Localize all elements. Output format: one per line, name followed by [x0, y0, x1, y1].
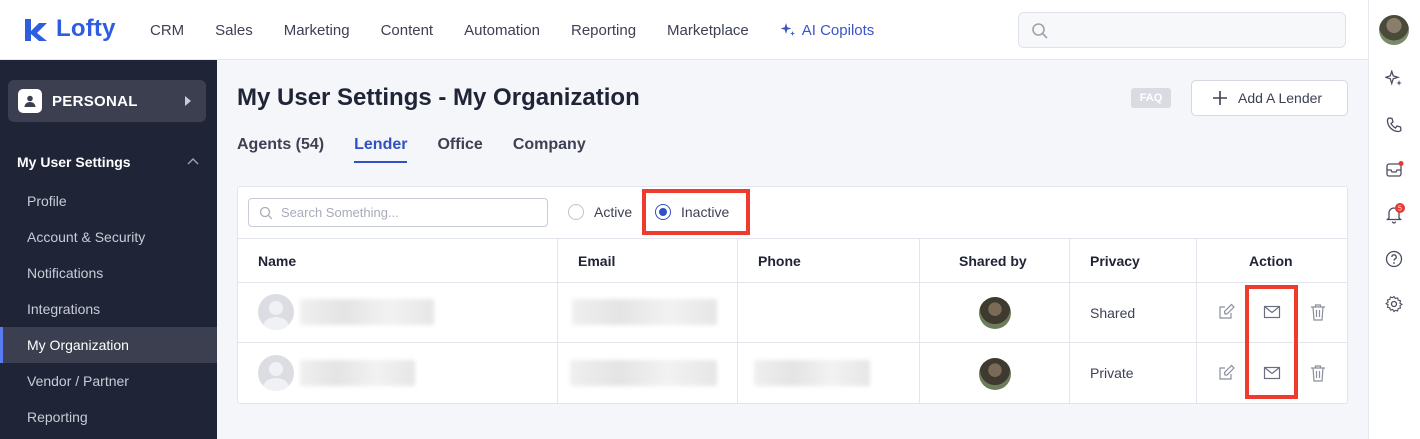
- sidebar-section-title[interactable]: My User Settings: [17, 154, 131, 170]
- radio-inactive-circle[interactable]: [655, 204, 671, 220]
- workspace-switcher[interactable]: PERSONAL: [8, 80, 206, 122]
- tab-office[interactable]: Office: [437, 136, 482, 163]
- privacy-value: Private: [1090, 365, 1134, 381]
- nav-content[interactable]: Content: [381, 22, 434, 39]
- chevron-right-icon: [185, 96, 191, 106]
- chevron-up-icon[interactable]: [187, 157, 199, 165]
- table-row[interactable]: Shared: [238, 283, 1347, 343]
- email-redacted: [572, 299, 717, 325]
- radio-active[interactable]: Active: [568, 204, 632, 220]
- shared-by-avatar: [979, 297, 1011, 329]
- tab-agents[interactable]: Agents (54): [237, 136, 324, 163]
- nav-sales[interactable]: Sales: [215, 22, 253, 39]
- radio-inactive-label: Inactive: [681, 204, 730, 220]
- lender-panel: Active Inactive Name Email Phone Shared …: [237, 186, 1348, 404]
- phone-redacted: [754, 360, 870, 386]
- col-phone[interactable]: Phone: [758, 253, 801, 269]
- person-icon: [18, 89, 42, 113]
- right-toolbar: 5: [1368, 0, 1420, 439]
- tabs: Agents (54) Lender Office Company: [237, 136, 616, 163]
- sidebar-item-reporting[interactable]: Reporting: [0, 399, 217, 435]
- nav-marketplace[interactable]: Marketplace: [667, 22, 749, 39]
- tab-company[interactable]: Company: [513, 136, 586, 163]
- add-lender-label: Add A Lender: [1238, 90, 1323, 106]
- search-icon: [1032, 23, 1048, 39]
- privacy-value: Shared: [1090, 305, 1136, 321]
- add-lender-button[interactable]: Add A Lender: [1191, 80, 1348, 116]
- logo-text: Lofty: [56, 15, 116, 42]
- trash-icon[interactable]: [1308, 363, 1328, 383]
- col-shared-by[interactable]: Shared by: [959, 253, 1027, 269]
- search-box[interactable]: [248, 198, 548, 227]
- lofty-logo-icon: [25, 19, 47, 41]
- table-row[interactable]: Private: [238, 343, 1347, 403]
- phone-icon[interactable]: [1383, 114, 1405, 136]
- col-name[interactable]: Name: [258, 253, 296, 269]
- inbox-icon[interactable]: [1383, 159, 1405, 181]
- col-action: Action: [1249, 253, 1293, 269]
- col-privacy[interactable]: Privacy: [1090, 253, 1140, 269]
- email-redacted: [570, 360, 717, 386]
- ai-sparkle-icon[interactable]: [1383, 68, 1405, 90]
- bell-icon[interactable]: 5: [1383, 203, 1405, 225]
- trash-icon[interactable]: [1308, 302, 1328, 322]
- name-redacted: [300, 360, 415, 386]
- nav-crm[interactable]: CRM: [150, 22, 184, 39]
- workspace-label: PERSONAL: [52, 92, 138, 110]
- main-nav: CRM Sales Marketing Content Automation R…: [150, 0, 905, 60]
- nav-ai-copilots-label: AI Copilots: [801, 21, 875, 39]
- lofty-logo[interactable]: Lofty: [22, 15, 116, 43]
- avatar: [258, 294, 294, 330]
- sidebar-item-profile[interactable]: Profile: [0, 183, 217, 219]
- global-search[interactable]: [1018, 12, 1346, 48]
- tab-lender[interactable]: Lender: [354, 136, 408, 163]
- sidebar-item-notifications[interactable]: Notifications: [0, 255, 217, 291]
- name-redacted: [300, 299, 434, 325]
- radio-active-label: Active: [594, 204, 633, 220]
- nav-automation[interactable]: Automation: [464, 22, 540, 39]
- edit-icon[interactable]: [1216, 302, 1236, 322]
- avatar: [258, 355, 294, 391]
- user-avatar[interactable]: [1379, 15, 1409, 45]
- search-input[interactable]: [281, 205, 521, 220]
- notification-count: 5: [1398, 205, 1402, 212]
- page-title: My User Settings - My Organization: [237, 84, 640, 111]
- radio-active-circle[interactable]: [568, 204, 584, 220]
- nav-reporting[interactable]: Reporting: [571, 22, 636, 39]
- nav-ai-copilots[interactable]: AI Copilots: [780, 21, 875, 39]
- table-header: Name Email Phone Shared by Privacy Actio…: [238, 238, 1347, 283]
- search-icon: [259, 206, 273, 219]
- faq-badge[interactable]: FAQ: [1131, 88, 1171, 108]
- highlight-email-actions: [1245, 285, 1298, 399]
- edit-icon[interactable]: [1216, 363, 1236, 383]
- radio-inactive[interactable]: Inactive: [655, 204, 729, 220]
- col-email[interactable]: Email: [578, 253, 615, 269]
- shared-by-avatar: [979, 358, 1011, 390]
- sidebar-item-vendor-partner[interactable]: Vendor / Partner: [0, 363, 217, 399]
- sidebar-item-integrations[interactable]: Integrations: [0, 291, 217, 327]
- plus-icon: [1213, 91, 1227, 105]
- sidebar-item-account-security[interactable]: Account & Security: [0, 219, 217, 255]
- sparkle-icon: [780, 23, 795, 36]
- settings-gear-icon[interactable]: [1383, 293, 1405, 315]
- top-bar: Lofty CRM Sales Marketing Content Automa…: [0, 0, 1368, 60]
- sidebar-item-my-organization[interactable]: My Organization: [0, 327, 217, 363]
- help-icon[interactable]: [1383, 248, 1405, 270]
- sidebar: PERSONAL My User Settings Profile Accoun…: [0, 60, 217, 439]
- nav-marketing[interactable]: Marketing: [284, 22, 350, 39]
